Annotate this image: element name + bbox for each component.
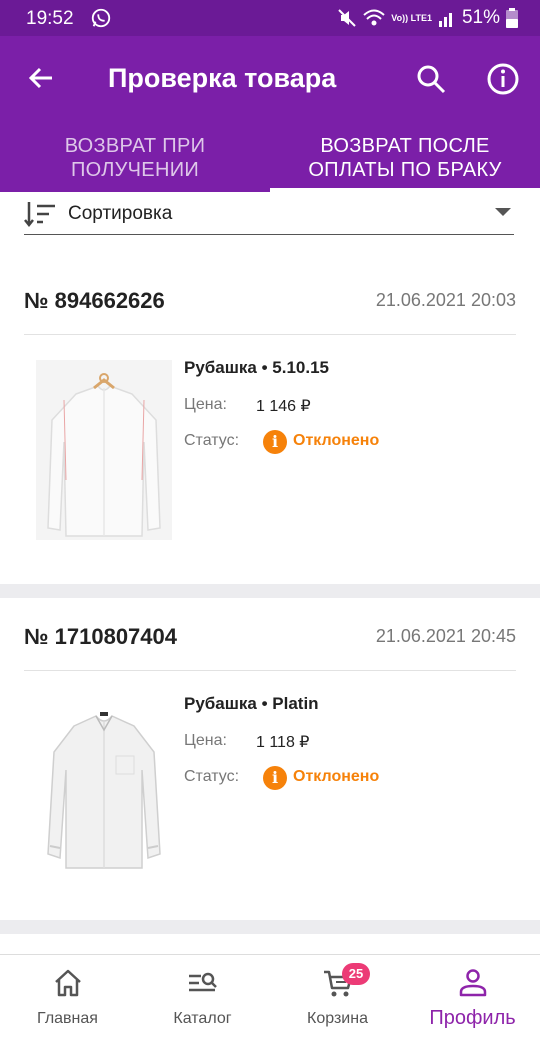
nav-cart-label: Корзина [307,1010,368,1027]
order-date: 21.06.2021 20:45 [375,626,516,646]
product-name: Рубашка • 5.10.15 [184,358,329,377]
order-number: № 1710807404 [24,624,177,649]
divider [24,670,516,671]
home-icon [54,969,81,997]
nav-profile-label: Профиль [429,1007,516,1029]
nav-home[interactable]: Главная [0,955,135,1042]
product-photo[interactable] [36,360,172,540]
nav-home-label: Главная [37,1010,98,1027]
status-label: Статус: [184,432,240,449]
status-icons: Vo)) LTE1 51% [337,7,518,29]
price-label: Цена: [184,732,227,749]
info-warning-icon: i [263,430,287,454]
tab-return-on-receipt[interactable]: ВОЗВРАТ ПРИ ПОЛУЧЕНИИ [0,130,270,192]
cart-count-badge: 25 [342,963,370,985]
profile-icon [459,969,486,997]
nav-cart[interactable]: Корзина [270,955,405,1042]
battery-icon [506,8,518,28]
battery-percent: 51% [461,7,500,28]
sort-bar: Сортировка [0,192,540,262]
price-label: Цена: [184,396,227,413]
divider [24,334,516,335]
status-badge: Отклонено [293,768,380,785]
back-arrow-icon[interactable] [26,62,58,94]
status-time: 19:52 [26,8,74,29]
order-card[interactable]: № 1710807404 21.06.2021 20:45 Рубашка • … [0,598,540,920]
page-title: Проверка товара [108,63,337,93]
catalog-search-icon [188,972,217,992]
order-date: 21.06.2021 20:03 [375,290,516,310]
wifi-icon [363,9,385,26]
status-label: Статус: [184,768,240,785]
app-bar: Проверка товара ВОЗВРАТ ПРИ ПОЛУЧЕНИИ ВО… [0,36,540,192]
search-icon[interactable] [414,62,448,96]
volte-indicator: Vo)) LTE1 [391,12,432,23]
price-value: 1 146 ₽ [256,398,311,415]
order-card[interactable]: № 894662626 21.06.2021 20:03 Рубашка • 5… [0,262,540,584]
price-value: 1 118 ₽ [256,734,310,751]
status-bar: 19:52 Vo)) LTE1 51% [0,0,540,36]
status-badge: Отклонено [293,432,380,449]
whatsapp-icon [91,8,111,28]
product-name: Рубашка • Platin [184,694,319,713]
sort-icon[interactable] [24,200,56,228]
nav-profile[interactable]: Профиль [405,955,540,1042]
order-number: № 894662626 [24,288,165,313]
nav-catalog-label: Каталог [173,1010,232,1027]
nav-catalog[interactable]: Каталог [135,955,270,1042]
info-warning-icon: i [263,766,287,790]
signal-icon [438,13,452,27]
mute-icon [338,9,357,27]
product-photo[interactable] [36,696,172,876]
info-icon[interactable] [486,62,520,96]
chevron-down-icon[interactable] [495,208,511,216]
sort-underline [24,234,514,235]
tab-return-after-payment-defect[interactable]: ВОЗВРАТ ПОСЛЕ ОПЛАТЫ ПО БРАКУ [270,130,540,192]
sort-select[interactable]: Сортировка [68,203,172,225]
bottom-navigation: Главная Каталог Корзина 25 Профиль [0,954,540,1042]
